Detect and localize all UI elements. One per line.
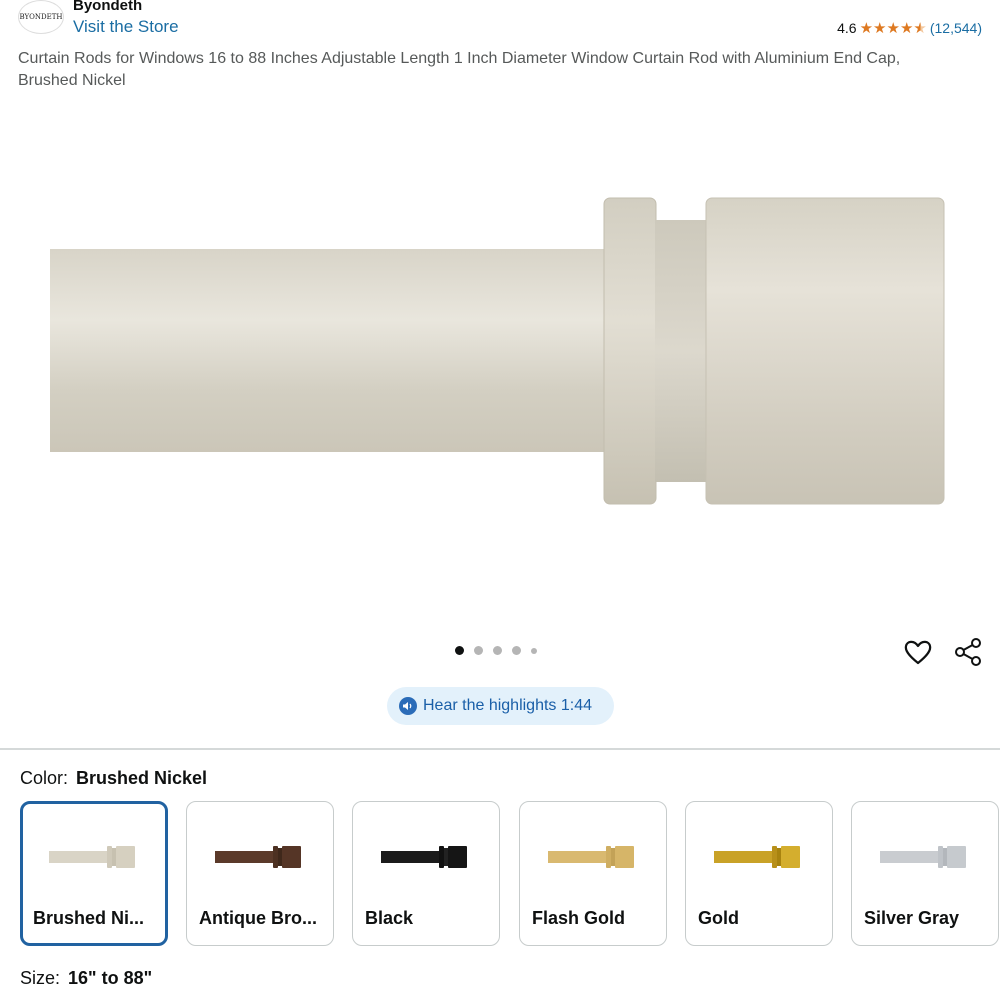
color-option-gold[interactable]: Gold xyxy=(685,801,833,946)
brand-logo[interactable]: BYONDETH xyxy=(18,0,64,34)
color-option-label: Silver Gray xyxy=(864,908,960,928)
color-option-label: Black xyxy=(365,908,414,928)
color-label: Color: xyxy=(20,768,69,788)
carousel-dot[interactable] xyxy=(531,647,537,654)
rating-value: 4.6 xyxy=(837,20,857,36)
end-cap-ring xyxy=(603,197,657,505)
carousel-dot[interactable] xyxy=(474,646,483,655)
selected-color-value: Brushed Nickel xyxy=(76,768,208,788)
swatch-thumbnail xyxy=(714,846,800,868)
color-option-label: Antique Bro... xyxy=(199,908,317,928)
rating[interactable]: 4.6 ★ ★ ★ ★ ★ (12,544) xyxy=(837,20,982,36)
color-option-antique-bronze[interactable]: Antique Bro... xyxy=(186,801,334,946)
star-icon: ★ xyxy=(886,19,900,37)
color-option-label: Gold xyxy=(698,908,739,928)
section-divider xyxy=(0,748,1000,750)
heart-icon[interactable] xyxy=(902,636,934,668)
selected-size-value: 16" to 88" xyxy=(68,968,153,988)
color-option-label: Brushed Ni... xyxy=(33,908,145,928)
product-image[interactable] xyxy=(0,170,1000,550)
swatch-thumbnail xyxy=(381,846,467,868)
size-selector-label[interactable]: Size: 16" to 88" xyxy=(20,968,152,989)
brand-name: Byondeth xyxy=(73,0,143,14)
color-swatches: Brushed Ni... Antique Bro... Black Flash… xyxy=(20,801,1000,946)
star-icon: ★ xyxy=(873,19,887,37)
swatch-thumbnail xyxy=(548,846,634,868)
color-option-brushed-nickel[interactable]: Brushed Ni... xyxy=(20,801,168,946)
end-cap-neck xyxy=(655,220,709,482)
carousel-dot[interactable] xyxy=(512,646,521,655)
swatch-thumbnail xyxy=(49,846,135,868)
carousel-dot[interactable] xyxy=(455,646,464,655)
hear-highlights-button[interactable]: Hear the highlights 1:44 xyxy=(387,687,614,725)
rating-count-link[interactable]: (12,544) xyxy=(930,20,982,36)
color-option-black[interactable]: Black xyxy=(352,801,500,946)
color-selector-label: Color: Brushed Nickel xyxy=(20,768,207,789)
carousel-indicator[interactable] xyxy=(455,646,537,655)
color-option-silver-gray[interactable]: Silver Gray xyxy=(851,801,999,946)
star-rating-icon: ★ ★ ★ ★ ★ xyxy=(860,21,927,36)
star-icon: ★ xyxy=(899,19,914,37)
star-icon: ★ xyxy=(859,19,874,37)
swatch-thumbnail xyxy=(880,846,966,868)
rod-tube xyxy=(50,249,610,452)
size-label: Size: xyxy=(20,968,61,988)
carousel-dot[interactable] xyxy=(493,646,502,655)
color-option-label: Flash Gold xyxy=(532,908,626,928)
swatch-thumbnail xyxy=(215,846,301,868)
speaker-icon xyxy=(399,697,417,715)
end-cap-body xyxy=(705,197,945,505)
half-star-icon: ★ xyxy=(913,19,927,37)
color-option-flash-gold[interactable]: Flash Gold xyxy=(519,801,667,946)
hear-highlights-label: Hear the highlights 1:44 xyxy=(423,697,592,714)
product-title: Curtain Rods for Windows 16 to 88 Inches… xyxy=(18,50,901,89)
visit-store-link[interactable]: Visit the Store xyxy=(73,17,179,37)
share-icon[interactable] xyxy=(952,636,984,668)
